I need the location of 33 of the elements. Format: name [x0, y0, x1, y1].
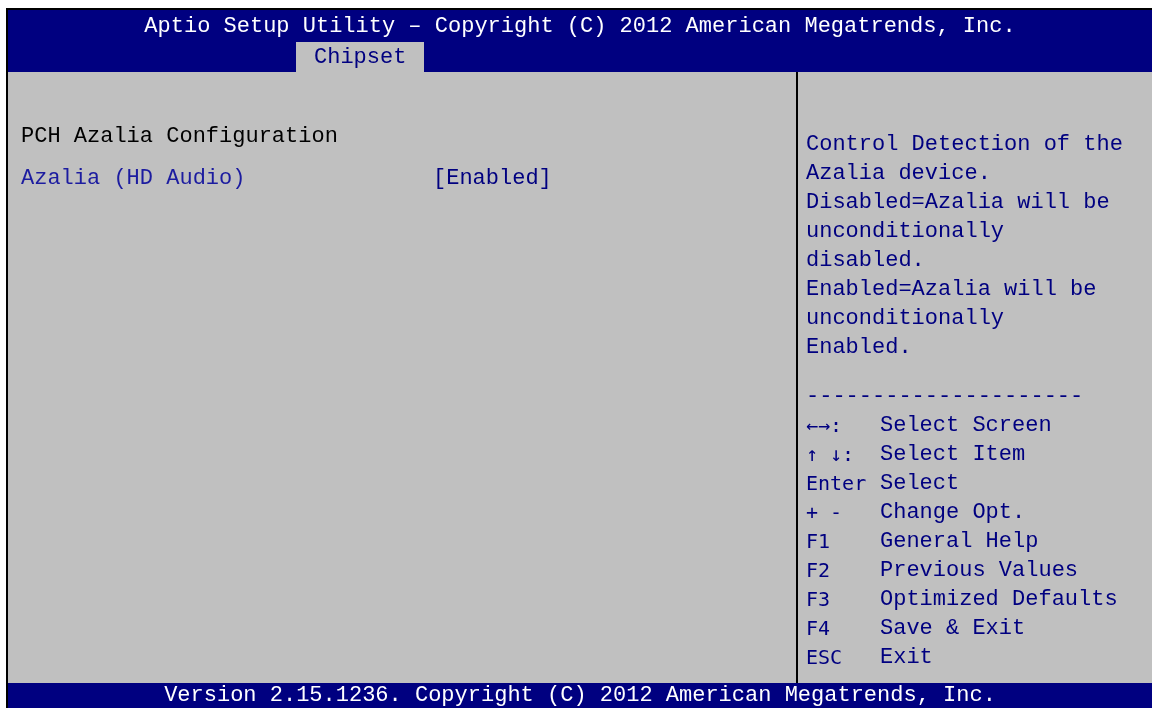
key-action: Previous Values — [880, 557, 1079, 585]
window-title: Aptio Setup Utility – Copyright (C) 2012 American Megatrends, Inc. — [143, 12, 1017, 41]
section-heading: PCH Azalia Configuration — [21, 123, 339, 151]
help-text: Enabled=Azalia will be — [806, 276, 1097, 304]
separator-line: --------------------- — [806, 383, 1084, 411]
key-label: + - — [806, 499, 844, 526]
help-text: Control Detection of the — [806, 131, 1123, 159]
menu-tab[interactable]: Chipset — [296, 42, 425, 72]
setting-label[interactable]: Azalia (HD Audio) — [21, 164, 433, 194]
key-label: F1 — [806, 528, 832, 555]
status-bar: Version 2.15.1236. Copyright (C) 2012 American Megatrends, Inc. — [8, 683, 1152, 708]
help-text: Disabled=Azalia will be — [806, 189, 1110, 217]
key-label: ESC — [806, 644, 844, 671]
key-label: ↑ ↓: — [806, 441, 856, 468]
key-label: F2 — [806, 557, 832, 584]
key-label: Enter — [806, 470, 868, 497]
key-action: General Help — [880, 528, 1039, 556]
key-action: Save & Exit — [880, 615, 1026, 643]
key-action: Select — [880, 470, 960, 498]
key-action: Change Opt. — [880, 499, 1026, 527]
help-text: Azalia device. — [806, 160, 991, 188]
setting-value[interactable]: [Enabled] — [433, 164, 552, 194]
help-text: disabled. — [806, 247, 925, 275]
key-action: Optimized Defaults — [880, 586, 1118, 614]
key-action: Select Screen — [880, 412, 1052, 440]
help-text: unconditionally — [806, 218, 1005, 246]
key-action: Exit — [880, 644, 933, 672]
key-label: F4 — [806, 615, 832, 642]
key-label: ←→: — [806, 412, 844, 439]
help-text: Enabled. — [806, 334, 912, 362]
key-label: F3 — [806, 586, 832, 613]
help-text: unconditionally — [806, 305, 1005, 333]
key-action: Select Item — [880, 441, 1026, 469]
